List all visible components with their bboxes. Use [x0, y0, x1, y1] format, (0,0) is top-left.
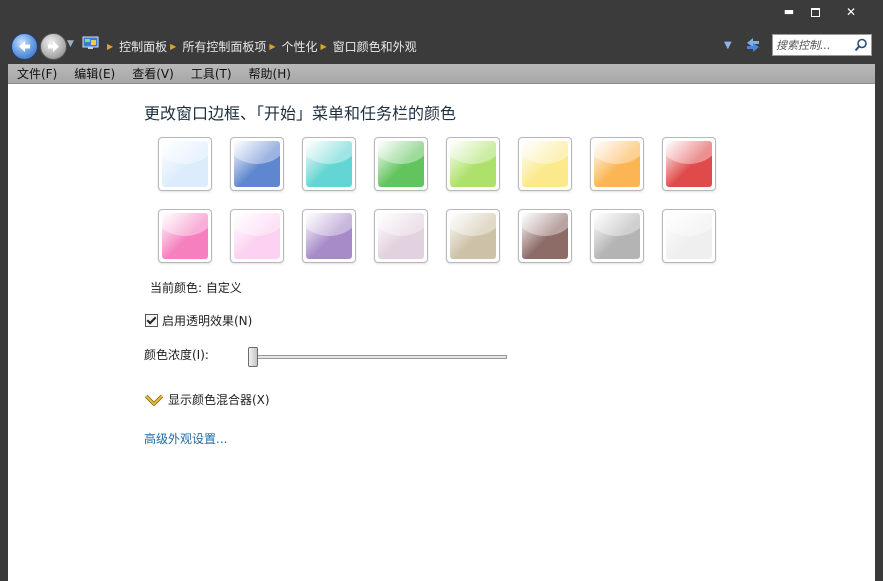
swatch-fill: [666, 213, 712, 259]
history-dropdown-icon[interactable]: ▼: [67, 39, 74, 49]
color-intensity-slider[interactable]: [251, 355, 507, 359]
swatch-fill: [378, 141, 424, 187]
swatch-fill: [378, 213, 424, 259]
swatch-fill: [306, 141, 352, 187]
color-intensity-label: 颜色浓度(I):: [144, 348, 209, 362]
swatch-fill: [594, 213, 640, 259]
maximize-button[interactable]: [796, 2, 834, 22]
breadcrumb-separator-icon: ▶: [170, 41, 177, 51]
breadcrumb-separator-icon: ▶: [107, 41, 114, 51]
swatch-fill: [162, 141, 208, 187]
color-intensity-slider-thumb[interactable]: [248, 347, 258, 367]
page-title: 更改窗口边框、「开始」菜单和任务栏的颜色: [144, 104, 457, 123]
color-swatch-twilight[interactable]: [230, 137, 284, 191]
refresh-icon[interactable]: [744, 36, 762, 54]
color-swatch-sun[interactable]: [518, 137, 572, 191]
menu-file[interactable]: 文件(F): [8, 65, 65, 82]
menu-tools[interactable]: 工具(T): [182, 65, 240, 82]
color-swatch-slate[interactable]: [590, 209, 644, 263]
breadcrumb-separator-icon: ▶: [269, 41, 276, 51]
color-swatch-ruby[interactable]: [662, 137, 716, 191]
close-button[interactable]: ✕: [832, 2, 870, 22]
swatch-fill: [162, 213, 208, 259]
breadcrumb-item-control-panel[interactable]: 控制面板: [119, 38, 167, 55]
address-bar: ▼ ▶ 控制面板 ▶ 所有控制面板项 ▶ 个性化 ▶ 窗口颜色和外观 ▼: [0, 28, 883, 64]
color-swatch-lavender[interactable]: [374, 209, 428, 263]
title-bar: ▬ ✕: [0, 0, 883, 28]
breadcrumb-separator-icon: ▶: [320, 41, 327, 51]
advanced-appearance-link[interactable]: 高级外观设置...: [144, 430, 227, 447]
arrow-right-icon: [48, 41, 59, 52]
color-mixer-toggle[interactable]: 显示颜色混合器(X): [145, 391, 270, 408]
color-swatch-violet[interactable]: [302, 209, 356, 263]
swatch-fill: [234, 213, 280, 259]
color-swatch-chocolate[interactable]: [518, 209, 572, 263]
color-swatch-frost[interactable]: [662, 209, 716, 263]
menu-view[interactable]: 查看(V): [123, 65, 182, 82]
search-box: [772, 34, 872, 56]
current-color-label: 当前颜色: 自定义: [150, 281, 242, 295]
color-swatch-sea[interactable]: [302, 137, 356, 191]
forward-button[interactable]: [40, 33, 67, 60]
color-swatch-blush[interactable]: [230, 209, 284, 263]
swatch-fill: [450, 213, 496, 259]
color-swatch-pumpkin[interactable]: [590, 137, 644, 191]
arrow-left-icon: [19, 41, 30, 52]
color-swatch-leaf[interactable]: [374, 137, 428, 191]
maximize-icon: [810, 7, 820, 17]
swatch-fill: [450, 141, 496, 187]
menu-help[interactable]: 帮助(H): [240, 65, 299, 82]
color-mixer-label: 显示颜色混合器(X): [168, 393, 270, 407]
control-panel-icon: [82, 36, 99, 49]
breadcrumb: ▶ 控制面板 ▶ 所有控制面板项 ▶ 个性化 ▶ 窗口颜色和外观: [104, 38, 417, 54]
swatch-fill: [594, 141, 640, 187]
color-swatch-sky[interactable]: [158, 137, 212, 191]
breadcrumb-item-window-color[interactable]: 窗口颜色和外观: [333, 38, 417, 55]
swatch-fill: [522, 141, 568, 187]
breadcrumb-item-all-items[interactable]: 所有控制面板项: [182, 38, 266, 55]
back-button[interactable]: [11, 33, 38, 60]
swatch-fill: [234, 141, 280, 187]
swatch-fill: [522, 213, 568, 259]
chevron-down-icon: [145, 394, 163, 406]
color-swatch-lime[interactable]: [446, 137, 500, 191]
search-input[interactable]: [776, 37, 850, 53]
color-swatch-taupe[interactable]: [446, 209, 500, 263]
swatch-fill: [306, 213, 352, 259]
content-pane: 更改窗口边框、「开始」菜单和任务栏的颜色 当前颜色: 自定义 启用透明效果(N)…: [8, 84, 875, 581]
transparency-label: 启用透明效果(N): [162, 314, 253, 328]
menu-edit[interactable]: 编辑(E): [65, 65, 123, 82]
address-dropdown-icon[interactable]: ▼: [724, 40, 732, 51]
transparency-checkbox[interactable]: [145, 314, 158, 327]
search-icon[interactable]: [854, 38, 868, 52]
menu-bar: 文件(F) 编辑(E) 查看(V) 工具(T) 帮助(H): [8, 64, 875, 84]
transparency-option[interactable]: 启用透明效果(N): [145, 312, 252, 329]
breadcrumb-item-personalization[interactable]: 个性化: [282, 38, 318, 55]
swatch-fill: [666, 141, 712, 187]
color-swatch-fuchsia[interactable]: [158, 209, 212, 263]
